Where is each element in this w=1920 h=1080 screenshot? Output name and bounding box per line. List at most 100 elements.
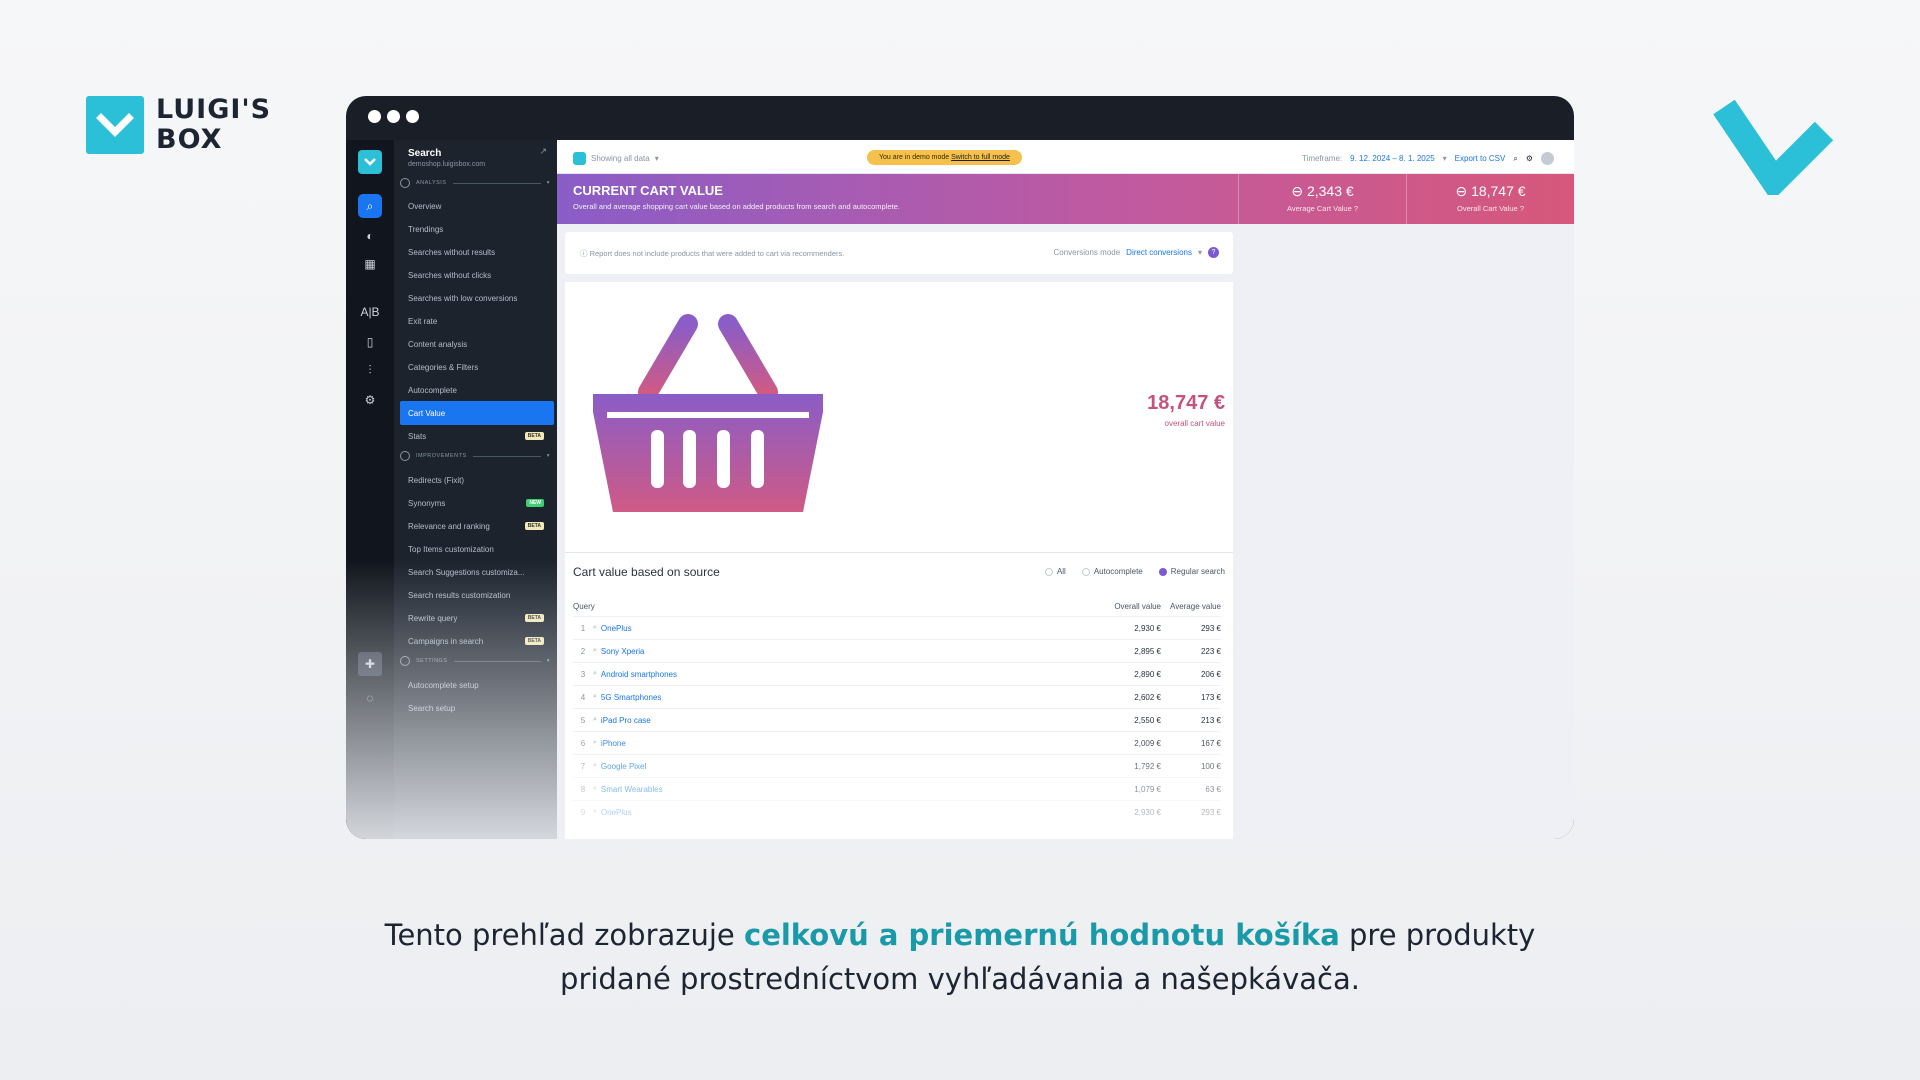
table-row[interactable]: 6 ⌕ iPhone 2,009 € 167 € xyxy=(573,731,1221,754)
sidebar-item-search-suggestions[interactable]: Search Suggestions customiza... xyxy=(400,560,554,584)
sidebar-item-trendings[interactable]: Trendings xyxy=(400,217,554,241)
app-logo-icon[interactable] xyxy=(358,150,382,174)
book-icon[interactable]: ▯ xyxy=(358,330,382,354)
search-icon[interactable]: ⌕ xyxy=(1513,154,1517,164)
window-dot[interactable] xyxy=(406,110,419,123)
sidebar-item-exit-rate[interactable]: Exit rate xyxy=(400,309,554,333)
conversions-mode: Conversions mode Direct conversions ▾ ? xyxy=(1053,247,1219,258)
sidebar-item-overview[interactable]: Overview xyxy=(400,194,554,218)
window-dot[interactable] xyxy=(387,110,400,123)
sidebar-item-low-conversions[interactable]: Searches with low conversions xyxy=(400,286,554,310)
sliders-icon[interactable]: ⫶ xyxy=(358,358,382,382)
table-row[interactable]: 1 ⌕ OnePlus 2,930 € 293 € xyxy=(573,616,1221,639)
row-query[interactable]: ⌕ Google Pixel xyxy=(593,762,1101,771)
radio-autocomplete[interactable]: Autocomplete xyxy=(1081,567,1143,576)
chevron-down-icon[interactable]: ▾ xyxy=(1443,154,1447,163)
sidebar-item-searches-without-results[interactable]: Searches without results xyxy=(400,240,554,264)
sidebar-item-relevance[interactable]: Relevance and ranking BETA xyxy=(400,514,554,538)
shopping-basket-icon xyxy=(593,314,823,512)
logo-check-icon xyxy=(86,96,144,154)
search-icon: ⌕ xyxy=(593,716,597,723)
window-dot[interactable] xyxy=(368,110,381,123)
sidebar-item-synonyms[interactable]: Synonyms NEW xyxy=(400,491,554,515)
row-overall-value: 2,009 € xyxy=(1134,738,1161,748)
sidebar-item-top-items[interactable]: Top Items customization xyxy=(400,537,554,561)
new-badge: NEW xyxy=(526,499,544,507)
language-flag-icon[interactable]: ✚ xyxy=(358,652,382,676)
switch-full-mode-link[interactable]: Switch to full mode xyxy=(951,154,1010,161)
table-row[interactable]: 4 ⌕ 5G Smartphones 2,602 € 173 € xyxy=(573,685,1221,708)
search-icon[interactable]: ⌕ xyxy=(358,194,382,218)
sidebar-item-searches-without-clicks[interactable]: Searches without clicks xyxy=(400,263,554,287)
external-link-icon[interactable]: ↗ xyxy=(539,146,547,157)
page-description: Overall and average shopping cart value … xyxy=(573,202,900,211)
row-query[interactable]: ⌕ Android smartphones xyxy=(593,670,1101,679)
average-cart-value-stat: ⊖ 2,343 € Average Cart Value ? xyxy=(1238,174,1406,224)
help-icon[interactable]: ? xyxy=(1208,247,1219,258)
row-average-value: 173 € xyxy=(1200,692,1221,702)
sidebar-item-cart-value[interactable]: Cart Value xyxy=(400,401,554,425)
row-average-value: 206 € xyxy=(1200,669,1221,679)
column-average-value[interactable]: Average value xyxy=(1170,602,1221,611)
search-icon: ⌕ xyxy=(593,693,597,700)
row-average-value: 100 € xyxy=(1200,761,1221,771)
row-overall-value: 2,930 € xyxy=(1134,807,1161,817)
table-row[interactable]: 8 ⌕ Smart Wearables 1,079 € 63 € xyxy=(573,777,1221,800)
ab-test-icon[interactable]: A|B xyxy=(358,300,382,324)
sidebar-item-content-analysis[interactable]: Content analysis xyxy=(400,332,554,356)
gear-icon[interactable]: ⚙ xyxy=(1526,154,1533,163)
radio-all[interactable]: All xyxy=(1044,567,1066,576)
table-row[interactable]: 5 ⌕ iPad Pro case 2,550 € 213 € xyxy=(573,708,1221,731)
sidebar-item-autocomplete-setup[interactable]: Autocomplete setup xyxy=(400,673,554,697)
overall-cart-value-figure: 18,747 € overall cart value xyxy=(1147,392,1225,428)
grid-icon[interactable]: ▦ xyxy=(358,252,382,276)
sidebar-item-rewrite-query[interactable]: Rewrite query BETA xyxy=(400,606,554,630)
main-content: Showing all data ▾ You are in demo mode S… xyxy=(557,140,1574,839)
row-query[interactable]: ⌕ Smart Wearables xyxy=(593,785,1101,794)
sidebar-item-stats[interactable]: Stats BETA xyxy=(400,424,554,448)
section-analysis[interactable]: ANALYSIS ▾ xyxy=(400,177,550,189)
sidebar-item-redirects[interactable]: Redirects (Fixit) xyxy=(400,468,554,492)
nav-title: Search xyxy=(408,148,442,159)
chevron-down-icon[interactable]: ▾ xyxy=(1198,248,1202,257)
timeframe-controls: Timeframe: 9. 12. 2024 – 8. 1. 2025 ▾ Ex… xyxy=(1302,152,1554,165)
beta-badge: BETA xyxy=(524,637,544,645)
sidebar-item-search-results[interactable]: Search results customization xyxy=(400,583,554,607)
column-query[interactable]: Query xyxy=(573,602,595,611)
conversions-mode-select[interactable]: Direct conversions xyxy=(1126,248,1192,257)
export-csv-link[interactable]: Export to CSV xyxy=(1455,154,1506,163)
app-mark-icon xyxy=(573,152,586,165)
report-note: ⓘ Report does not include products that … xyxy=(565,232,1233,274)
table-row[interactable]: 9 ⌕ OnePlus 2,930 € 293 € xyxy=(573,800,1221,823)
row-query[interactable]: ⌕ OnePlus xyxy=(593,808,1101,817)
section-settings[interactable]: SETTINGS ▾ xyxy=(400,655,550,667)
help-icon[interactable]: ? xyxy=(1354,204,1358,213)
data-filter-dropdown[interactable]: Showing all data ▾ xyxy=(573,152,659,165)
avatar[interactable] xyxy=(1541,152,1554,165)
row-query[interactable]: ⌕ 5G Smartphones xyxy=(593,693,1101,702)
column-overall-value[interactable]: Overall value xyxy=(1114,602,1161,611)
gear-icon[interactable]: ⚙ xyxy=(358,388,382,412)
sidebar-item-campaigns[interactable]: Campaigns in search BETA xyxy=(400,629,554,653)
row-query[interactable]: ⌕ iPad Pro case xyxy=(593,716,1101,725)
row-query[interactable]: ⌕ iPhone xyxy=(593,739,1101,748)
table-row[interactable]: 3 ⌕ Android smartphones 2,890 € 206 € xyxy=(573,662,1221,685)
row-average-value: 293 € xyxy=(1200,807,1221,817)
row-average-value: 213 € xyxy=(1200,715,1221,725)
help-icon[interactable]: ? xyxy=(1520,204,1524,213)
table-row[interactable]: 2 ⌕ Sony Xperia 2,895 € 223 € xyxy=(573,639,1221,662)
toggle-icon[interactable]: ◐ xyxy=(358,224,382,248)
table-row[interactable]: 7 ⌕ Google Pixel 1,792 € 100 € xyxy=(573,754,1221,777)
sidebar-item-search-setup[interactable]: Search setup xyxy=(400,696,554,720)
row-query[interactable]: ⌕ Sony Xperia xyxy=(593,647,1101,656)
row-query[interactable]: ⌕ OnePlus xyxy=(593,624,1101,633)
sidebar-item-categories-filters[interactable]: Categories & Filters xyxy=(400,355,554,379)
sidebar-item-autocomplete[interactable]: Autocomplete xyxy=(400,378,554,402)
nav-domain[interactable]: demoshop.luigisbox.com xyxy=(408,161,485,168)
chat-icon[interactable]: ◌ xyxy=(358,686,382,710)
section-improvements[interactable]: IMPROVEMENTS ▾ xyxy=(400,450,550,462)
row-rank: 6 xyxy=(580,738,586,748)
timeframe-picker[interactable]: 9. 12. 2024 – 8. 1. 2025 xyxy=(1350,154,1435,163)
luigis-box-logo: LUIGI'S BOX xyxy=(86,95,271,155)
radio-regular-search[interactable]: Regular search xyxy=(1158,567,1225,576)
